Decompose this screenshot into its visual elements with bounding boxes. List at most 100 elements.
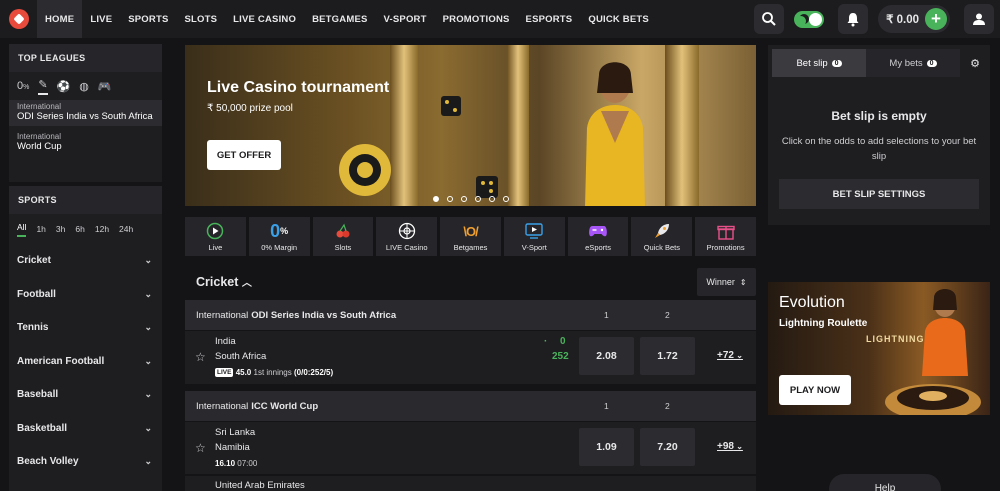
match-row[interactable]: United Arab Emirates bbox=[185, 476, 756, 491]
nav-live[interactable]: LIVE bbox=[82, 0, 120, 38]
odd-button-2[interactable]: 7.20 bbox=[640, 428, 695, 466]
nav-promotions[interactable]: PROMOTIONS bbox=[435, 0, 518, 38]
monitor-icon bbox=[525, 221, 543, 241]
toggle-knob bbox=[809, 12, 823, 26]
nav-esports[interactable]: ESPORTS bbox=[518, 0, 581, 38]
nav-home[interactable]: HOME bbox=[37, 0, 83, 38]
odd-button-2[interactable]: 1.72 bbox=[640, 337, 695, 375]
gamepad-icon[interactable]: 🎮 bbox=[98, 80, 112, 93]
tennis-icon[interactable]: ◍ bbox=[79, 80, 89, 93]
section-title[interactable]: Cricket ︿ bbox=[196, 274, 252, 289]
top-leagues-title: TOP LEAGUES bbox=[9, 44, 162, 72]
favorite-star-icon[interactable]: ☆ bbox=[195, 350, 206, 364]
sport-item-tennis[interactable]: Tennis ⌄ bbox=[9, 311, 162, 345]
league-item[interactable]: International World Cup bbox=[9, 130, 162, 156]
gear-icon[interactable]: ⚙ bbox=[970, 57, 980, 70]
favorite-star-icon[interactable]: ☆ bbox=[195, 441, 206, 455]
time-tab-3h[interactable]: 3h bbox=[56, 224, 65, 234]
match-status: LIVE 45.0 1st innings (0/0:252/5) bbox=[215, 368, 333, 378]
quick-links: Live 0% 0% Margin Slots LIVE Casino \O/Be… bbox=[185, 217, 757, 256]
dealer-illustration bbox=[922, 289, 968, 376]
get-offer-button[interactable]: GET OFFER bbox=[207, 140, 281, 170]
event-group-header[interactable]: International ODI Series India vs South … bbox=[185, 300, 756, 330]
innings: 1st innings bbox=[253, 368, 292, 377]
nav-sports[interactable]: SPORTS bbox=[120, 0, 176, 38]
carousel-dot[interactable] bbox=[475, 196, 481, 202]
theme-toggle[interactable] bbox=[794, 10, 825, 28]
quick-link-betgames[interactable]: \O/Betgames bbox=[440, 217, 501, 256]
carousel-dot[interactable] bbox=[461, 196, 467, 202]
nav-betgames[interactable]: BETGAMES bbox=[304, 0, 375, 38]
time-tab-24h[interactable]: 24h bbox=[119, 224, 133, 234]
carousel-dot[interactable] bbox=[489, 196, 495, 202]
event-group-header[interactable]: International ICC World Cup 1 2 bbox=[185, 391, 756, 421]
quick-link-live[interactable]: Live bbox=[185, 217, 246, 256]
evolution-promo-banner[interactable]: LIGHTNING Evolution Lightning Roulette P… bbox=[768, 282, 990, 415]
sport-label: American Football bbox=[17, 355, 105, 367]
count-badge: 0 bbox=[926, 59, 937, 67]
tab-my-bets[interactable]: My bets 0 bbox=[866, 49, 960, 77]
sort-arrows-icon: ⇕ bbox=[739, 277, 747, 287]
rocket-icon bbox=[653, 221, 671, 241]
zero-percent-icon: 0% bbox=[270, 220, 289, 241]
notifications-button[interactable] bbox=[838, 4, 869, 34]
tab-label: Bet slip bbox=[796, 57, 828, 69]
event-tournament: ICC World Cup bbox=[251, 400, 319, 412]
user-account-button[interactable] bbox=[964, 4, 994, 34]
more-markets-link[interactable]: +98 ⌄ bbox=[717, 441, 743, 452]
time-tab-6h[interactable]: 6h bbox=[75, 224, 84, 234]
bet-slip-settings-button[interactable]: BET SLIP SETTINGS bbox=[779, 179, 979, 209]
time-tab-12h[interactable]: 12h bbox=[95, 224, 109, 234]
help-button[interactable]: Help bbox=[829, 474, 941, 491]
carousel-dot[interactable] bbox=[447, 196, 453, 202]
quick-link-live-casino[interactable]: LIVE Casino bbox=[376, 217, 438, 256]
sport-item-cricket[interactable]: Cricket ⌄ bbox=[9, 244, 162, 278]
league-item[interactable]: International ODI Series India vs South … bbox=[9, 100, 162, 126]
nav-v-sport[interactable]: V-SPORT bbox=[376, 0, 435, 38]
sport-item-basketball[interactable]: Basketball ⌄ bbox=[9, 412, 162, 446]
more-markets-count: +72 bbox=[717, 350, 734, 361]
more-markets-link[interactable]: +72 ⌄ bbox=[717, 350, 743, 361]
quick-link-quick-bets[interactable]: Quick Bets bbox=[631, 217, 693, 256]
carousel-dot[interactable] bbox=[503, 196, 509, 202]
zero-margin-icon[interactable]: 0% bbox=[17, 80, 29, 92]
time-tab-all[interactable]: All bbox=[17, 222, 27, 237]
sport-item-baseball[interactable]: Baseball ⌄ bbox=[9, 378, 162, 412]
moon-icon bbox=[799, 14, 809, 24]
quick-link-margin[interactable]: 0% 0% Margin bbox=[248, 217, 310, 256]
odd-button-1[interactable]: 1.09 bbox=[579, 428, 634, 466]
bet-slip-panel: Bet slip 0 My bets 0 ⚙ Bet slip is empty C… bbox=[768, 45, 990, 225]
quick-link-v-sport[interactable]: V-Sport bbox=[503, 217, 565, 256]
col-header-1: 1 bbox=[604, 310, 609, 320]
search-button[interactable] bbox=[754, 4, 785, 34]
promo-banner[interactable]: Live Casino tournament ₹ 50,000 prize po… bbox=[185, 45, 756, 206]
match-row[interactable]: ☆ India South Africa · 0 252 LIVE 45.0 1… bbox=[185, 331, 756, 384]
odd-button-1[interactable]: 2.08 bbox=[579, 337, 634, 375]
time-tab-1h[interactable]: 1h bbox=[36, 224, 45, 234]
sports-title: SPORTS bbox=[9, 186, 162, 214]
logo[interactable] bbox=[0, 0, 37, 38]
deposit-plus-button[interactable]: + bbox=[925, 8, 947, 30]
sport-item-beach-volley[interactable]: Beach Volley ⌄ bbox=[9, 445, 162, 479]
carousel-dot[interactable] bbox=[433, 196, 439, 202]
cricket-bat-icon[interactable]: ✎ bbox=[38, 78, 48, 95]
chevron-down-icon: ⌄ bbox=[144, 422, 152, 433]
tab-bet-slip[interactable]: Bet slip 0 bbox=[772, 49, 866, 77]
nav-live-casino[interactable]: LIVE CASINO bbox=[225, 0, 304, 38]
sport-item-american-football[interactable]: American Football ⌄ bbox=[9, 345, 162, 379]
nav-slots[interactable]: SLOTS bbox=[177, 0, 226, 38]
quick-link-slots[interactable]: Slots bbox=[312, 217, 374, 256]
balance-widget[interactable]: ₹ 0.00 + bbox=[878, 5, 950, 33]
sport-label: Football bbox=[17, 288, 56, 300]
football-icon[interactable]: ⚽ bbox=[57, 80, 71, 93]
nav-quick-bets[interactable]: QUICK BETS bbox=[580, 0, 657, 38]
bet-slip-empty-hint: Click on the odds to add selections to y… bbox=[781, 136, 977, 162]
quick-link-esports[interactable]: eSports bbox=[567, 217, 629, 256]
sport-item-football[interactable]: Football ⌄ bbox=[9, 278, 162, 312]
play-now-button[interactable]: PLAY NOW bbox=[779, 375, 851, 405]
quick-link-promotions[interactable]: Promotions bbox=[695, 217, 757, 256]
market-select[interactable]: Winner ⇕ bbox=[697, 268, 756, 296]
match-row[interactable]: ☆ Sri Lanka Namibia 16.10 07:00 1.09 7.2… bbox=[185, 422, 756, 474]
home-team: India bbox=[215, 336, 236, 347]
lightning-roulette-logo: LIGHTNING bbox=[866, 334, 925, 344]
